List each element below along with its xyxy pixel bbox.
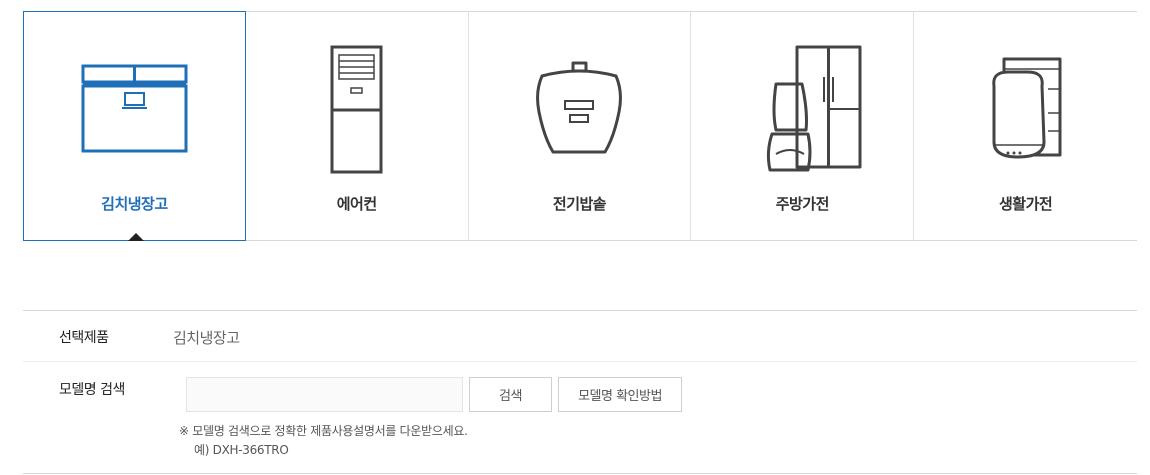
selected-product-value: 김치냉장고 xyxy=(173,329,240,347)
tab-air-conditioner[interactable]: 에어컨 xyxy=(246,12,469,240)
tab-kitchen-appliance[interactable]: 주방가전 xyxy=(691,12,915,240)
home-appliance-icon xyxy=(914,42,1137,182)
category-tabs: 김치냉장고 에어컨 전기밥솥 주방가전 생활가전 xyxy=(23,11,1137,241)
active-indicator-arrow xyxy=(128,233,144,241)
kitchen-appliance-icon xyxy=(691,42,913,182)
product-selection-form: 선택제품 김치냉장고 모델명 검색 검색 모델명 확인방법 ※ 모델명 검색으로… xyxy=(23,310,1137,474)
kimchi-refrigerator-icon xyxy=(24,42,245,182)
tab-label: 생활가전 xyxy=(998,195,1053,213)
model-example-text: 예) DXH-366TRO xyxy=(194,443,289,457)
selected-product-label: 선택제품 xyxy=(59,330,109,346)
selected-product-row: 선택제품 김치냉장고 xyxy=(23,311,1137,362)
tab-label: 주방가전 xyxy=(775,195,830,213)
tab-label: 에어컨 xyxy=(336,195,377,213)
model-search-label: 모델명 검색 xyxy=(59,382,125,398)
tab-rice-cooker[interactable]: 전기밥솥 xyxy=(469,12,692,240)
tab-label: 전기밥솥 xyxy=(552,195,607,213)
model-search-input[interactable] xyxy=(186,377,463,412)
notice-text: ※ 모델명 검색으로 정확한 제품사용설명서를 다운받으세요. xyxy=(179,424,468,438)
model-search-row: 모델명 검색 검색 모델명 확인방법 ※ 모델명 검색으로 정확한 제품사용설명… xyxy=(23,362,1137,474)
tab-home-appliance[interactable]: 생활가전 xyxy=(914,12,1137,240)
tab-label: 김치냉장고 xyxy=(101,195,168,213)
search-notice: ※ 모델명 검색으로 정확한 제품사용설명서를 다운받으세요. 예) DXH-3… xyxy=(179,422,468,460)
model-howto-button[interactable]: 모델명 확인방법 xyxy=(558,377,682,412)
air-conditioner-icon xyxy=(246,42,468,182)
tab-kimchi-refrigerator[interactable]: 김치냉장고 xyxy=(23,11,246,241)
rice-cooker-icon xyxy=(469,42,691,182)
search-button[interactable]: 검색 xyxy=(469,377,552,412)
